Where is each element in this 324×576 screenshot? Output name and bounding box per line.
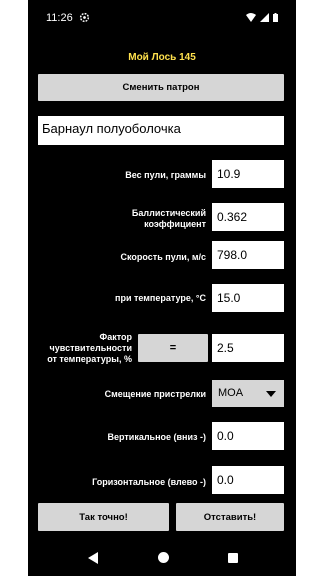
chevron-down-icon — [266, 391, 276, 397]
cancel-button[interactable]: Отставить! — [176, 503, 284, 531]
app-title: Мой Лось 145 — [128, 52, 196, 63]
temp-sensitivity-label: Фактор чувствительности от температуры, … — [32, 332, 132, 365]
status-icons — [246, 13, 278, 22]
vertical-label: Вертикальное (вниз -) — [107, 432, 207, 442]
status-bar: 11:26 — [28, 0, 296, 38]
ballistic-coefficient-label-line1: Баллистический — [131, 208, 206, 218]
zero-offset-select[interactable]: MOA — [212, 380, 284, 407]
temp-sensitivity-label-line1: Фактор — [99, 332, 132, 342]
status-time: 11:26 — [46, 12, 73, 24]
temp-sensitivity-input[interactable]: 2.5 — [212, 334, 284, 362]
horizontal-input[interactable]: 0.0 — [212, 466, 284, 494]
navigation-bar — [28, 540, 296, 576]
vertical-input[interactable]: 0.0 — [212, 422, 284, 450]
gear-icon — [79, 12, 90, 23]
battery-icon — [273, 13, 278, 22]
signal-icon — [260, 13, 269, 22]
bullet-speed-label: Скорость пули, м/с — [120, 252, 206, 262]
bullet-speed-input[interactable]: 798.0 — [212, 241, 284, 269]
temperature-input[interactable]: 15.0 — [212, 284, 284, 312]
bullet-weight-input[interactable]: 10.9 — [212, 160, 284, 188]
ballistic-coefficient-input[interactable]: 0.362 — [212, 203, 284, 231]
ok-button[interactable]: Так точно! — [38, 503, 169, 531]
nav-recents-icon[interactable] — [228, 553, 238, 563]
temp-sensitivity-label-line3: от температуры, % — [47, 354, 132, 364]
app-screen: 11:26 Мой Лось 145 Сменить патрон Барнау… — [28, 0, 296, 576]
nav-home-icon[interactable] — [158, 552, 169, 563]
zero-offset-selected: MOA — [218, 387, 244, 399]
nav-back-icon[interactable] — [88, 552, 98, 564]
zero-offset-label: Смещение пристрелки — [104, 389, 206, 399]
ballistic-coefficient-label-line2: коэффициент — [144, 219, 206, 229]
ballistic-coefficient-label: Баллистический коэффициент — [36, 208, 206, 230]
wifi-icon — [246, 13, 256, 22]
horizontal-label: Горизонтальное (влево -) — [92, 477, 206, 487]
cartridge-name-field[interactable]: Барнаул полуоболочка — [38, 116, 284, 145]
temp-sensitivity-label-line2: чувствительности — [49, 343, 132, 353]
bullet-weight-label: Вес пули, граммы — [125, 170, 206, 180]
temperature-label: при температуре, °C — [115, 293, 206, 303]
change-cartridge-button[interactable]: Сменить патрон — [38, 74, 284, 101]
calc-sensitivity-button[interactable]: = — [138, 334, 208, 362]
